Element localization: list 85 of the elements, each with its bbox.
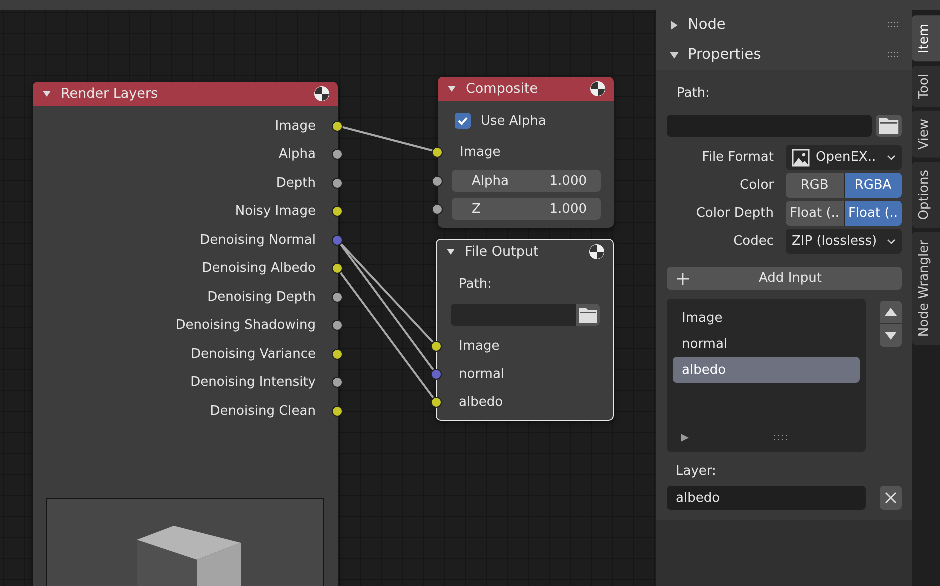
list-item[interactable]: albedo xyxy=(673,357,860,383)
node-title: Composite xyxy=(466,81,540,97)
list-item[interactable]: normal xyxy=(673,331,860,357)
file-format-dropdown[interactable]: OpenEX.. xyxy=(786,145,902,170)
socket[interactable] xyxy=(332,206,343,217)
field-label: File Format xyxy=(701,150,774,165)
color-depth-toggle[interactable]: Float (.. xyxy=(786,201,844,226)
sidebar-tab[interactable]: Options xyxy=(912,162,940,228)
node-title: Render Layers xyxy=(61,86,160,102)
collapse-triangle-icon[interactable] xyxy=(448,85,456,93)
panel-header[interactable]: Properties xyxy=(656,40,912,70)
output-label: Depth xyxy=(276,176,316,191)
path-label: Path: xyxy=(677,86,710,100)
render-layers-node[interactable]: Render Layers Image Alpha Depth Noisy Image Denoising Normal Denoising Albedo Denoising Depth Denoising Shadowing Denoising Variance Denoising Intensity Denoising Clean xyxy=(33,82,338,586)
value-field[interactable]: Alpha 1.000 xyxy=(452,170,601,192)
socket[interactable] xyxy=(432,146,443,158)
output-label: Denoising Shadowing xyxy=(176,318,316,334)
socket[interactable] xyxy=(432,204,443,214)
drag-handle-icon[interactable] xyxy=(888,52,900,58)
sidebar-tab[interactable]: Tool xyxy=(912,66,940,107)
triangle-up-icon xyxy=(885,308,897,316)
composite-node[interactable]: Composite Use Alpha Image Alpha 1.000 Z 1.000 xyxy=(438,77,614,228)
panel-header[interactable]: Node xyxy=(656,10,912,40)
collapse-triangle-icon[interactable] xyxy=(447,248,455,256)
output-label: Noisy Image xyxy=(235,204,316,220)
plus-icon xyxy=(677,272,689,284)
value-field[interactable]: Z 1.000 xyxy=(452,198,601,220)
field-label: Color Depth xyxy=(695,206,774,221)
output-label: Denoising Albedo xyxy=(202,261,316,276)
move-up-button[interactable] xyxy=(880,301,902,324)
output-label: Denoising Variance xyxy=(191,346,316,362)
input-label: Image xyxy=(459,338,500,354)
output-label: Denoising Depth xyxy=(208,290,316,305)
layer-field[interactable]: albedo xyxy=(667,486,866,510)
node-title: File Output xyxy=(465,244,540,260)
path-label: Path: xyxy=(459,276,492,292)
input-label: Image xyxy=(460,144,501,160)
file-output-node[interactable]: File Output Path: Image normal albedo xyxy=(436,239,614,421)
resize-handle-icon[interactable] xyxy=(774,435,788,441)
collapse-triangle-icon[interactable] xyxy=(43,90,51,98)
input-label: albedo xyxy=(459,394,504,410)
triangle-down-icon xyxy=(885,332,897,340)
color-mode-toggle[interactable]: RGB xyxy=(786,173,844,198)
sphere-icon xyxy=(590,81,606,97)
chevron-down-icon xyxy=(887,238,896,244)
color-depth-toggle[interactable]: Float (.. xyxy=(844,201,902,226)
folder-icon xyxy=(879,118,899,134)
folder-button[interactable] xyxy=(576,304,600,326)
output-label: Alpha xyxy=(279,147,316,162)
list-item[interactable]: Image xyxy=(673,305,860,331)
field-label: Codec xyxy=(732,234,774,249)
drag-handle-icon[interactable] xyxy=(888,22,900,28)
socket[interactable] xyxy=(432,176,443,186)
close-icon xyxy=(885,492,897,504)
folder-button[interactable] xyxy=(876,115,902,137)
expand-triangle-icon[interactable] xyxy=(681,434,689,442)
checkbox-label: Use Alpha xyxy=(481,114,546,128)
image-icon xyxy=(792,148,810,166)
input-label: normal xyxy=(459,366,505,382)
move-down-button[interactable] xyxy=(880,324,902,347)
sphere-icon xyxy=(589,244,605,260)
output-label: Denoising Normal xyxy=(200,232,316,248)
socket[interactable] xyxy=(332,149,343,160)
chevron-down-icon xyxy=(887,154,896,160)
socket[interactable] xyxy=(332,263,343,274)
socket[interactable] xyxy=(332,320,343,331)
path-field[interactable] xyxy=(667,115,872,137)
remove-button[interactable] xyxy=(880,486,902,510)
field-label: Color xyxy=(739,178,774,193)
folder-icon xyxy=(579,308,597,322)
checkbox[interactable] xyxy=(455,113,471,129)
color-mode-toggle[interactable]: RGBA xyxy=(844,173,902,198)
sidebar-tab[interactable]: View xyxy=(912,110,940,158)
codec-dropdown[interactable]: ZIP (lossless) xyxy=(786,229,902,254)
path-field[interactable] xyxy=(451,304,576,326)
sidebar-tab[interactable]: Node Wrangler xyxy=(912,232,940,345)
check-icon xyxy=(457,115,469,127)
output-label: Denoising Intensity xyxy=(190,375,316,390)
output-label: Image xyxy=(275,118,316,134)
add-input-button[interactable]: Add Input xyxy=(667,267,902,290)
socket[interactable] xyxy=(332,377,343,388)
output-label: Denoising Clean xyxy=(210,404,316,419)
layer-label: Layer: xyxy=(676,464,716,478)
sphere-icon xyxy=(314,86,330,102)
sidebar-tab[interactable]: Item xyxy=(912,16,940,62)
